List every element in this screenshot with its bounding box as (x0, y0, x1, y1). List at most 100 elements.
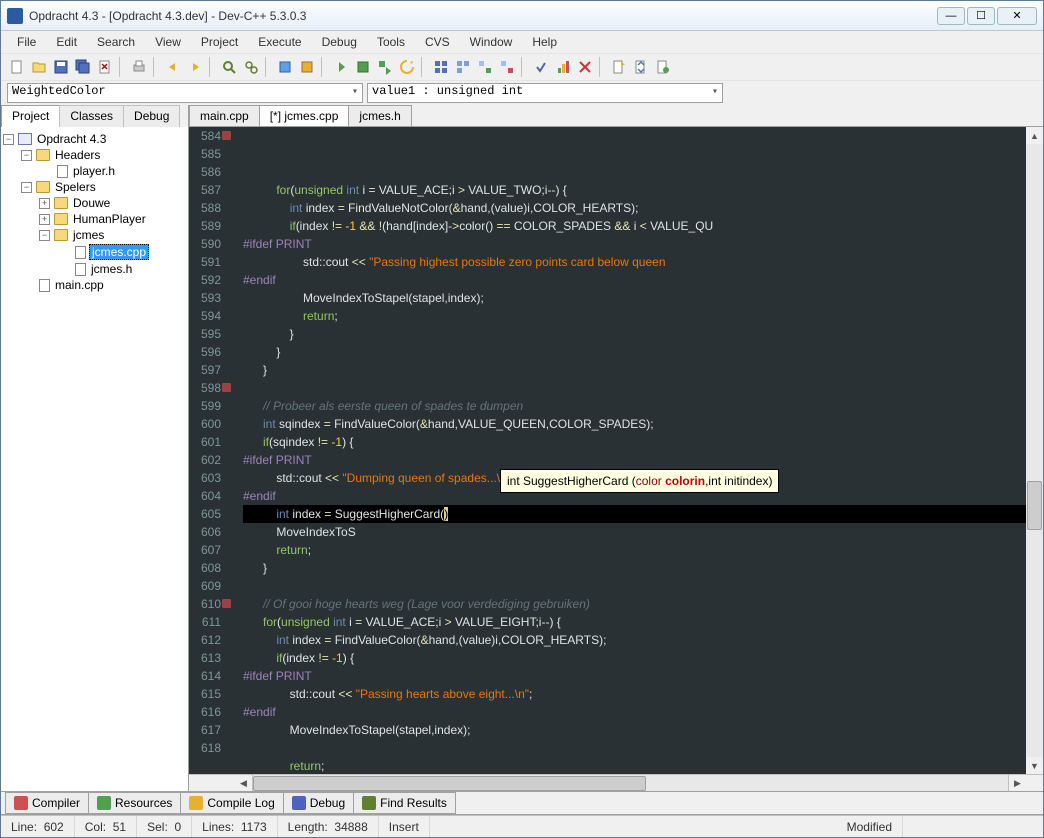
output-tab-find-results[interactable]: Find Results (353, 792, 456, 814)
new-project-button[interactable] (431, 57, 451, 77)
menu-window[interactable]: Window (460, 32, 523, 52)
menu-execute[interactable]: Execute (248, 32, 311, 52)
scroll-right-icon[interactable]: ▶ (1009, 775, 1026, 792)
output-tab-resources[interactable]: Resources (88, 792, 181, 814)
find-button[interactable] (219, 57, 239, 77)
editor-tab[interactable]: jcmes.h (348, 105, 411, 126)
panel-tab-classes[interactable]: Classes (59, 105, 124, 127)
panel-tab-project[interactable]: Project (1, 105, 60, 127)
compile-run-button[interactable] (375, 57, 395, 77)
fold-marker[interactable] (222, 383, 231, 392)
code-line[interactable]: int index = SuggestHigherCard() (243, 505, 1026, 523)
scroll-thumb[interactable] (1027, 481, 1042, 530)
code-line[interactable]: int sqindex = FindValueColor(&hand,VALUE… (243, 415, 1026, 433)
maximize-button[interactable]: ☐ (967, 7, 995, 25)
code-line[interactable]: if(index != -1) { (243, 649, 1026, 667)
code-line[interactable]: #ifdef PRINT (243, 451, 1026, 469)
scroll-thumb[interactable] (253, 776, 646, 791)
code-line[interactable]: if(sqindex != -1) { (243, 433, 1026, 451)
toggle-button[interactable] (631, 57, 651, 77)
project-options-button[interactable] (453, 57, 473, 77)
menu-file[interactable]: File (7, 32, 46, 52)
profile-button[interactable] (553, 57, 573, 77)
collapse-icon[interactable]: − (21, 150, 32, 161)
member-dropdown[interactable]: value1 : unsigned int (367, 83, 723, 103)
output-tab-compile-log[interactable]: Compile Log (180, 792, 283, 814)
run-button[interactable] (353, 57, 373, 77)
menu-debug[interactable]: Debug (312, 32, 367, 52)
code-line[interactable]: #ifdef PRINT (243, 235, 1026, 253)
redo-button[interactable] (185, 57, 205, 77)
code-line[interactable]: MoveIndexToStapel(stapel,index); (243, 721, 1026, 739)
tree-file-selected[interactable]: jcmes.cpp (3, 243, 186, 261)
scroll-left-icon[interactable]: ◀ (235, 775, 252, 792)
collapse-icon[interactable]: − (3, 134, 14, 145)
output-tab-compiler[interactable]: Compiler (5, 792, 89, 814)
tree-file[interactable]: main.cpp (3, 277, 186, 293)
expand-icon[interactable]: + (39, 214, 50, 225)
debug-button[interactable] (531, 57, 551, 77)
compile-button[interactable] (331, 57, 351, 77)
code-line[interactable]: for(unsigned int i = VALUE_ACE;i > VALUE… (243, 613, 1026, 631)
expand-icon[interactable]: + (39, 198, 50, 209)
print-button[interactable] (129, 57, 149, 77)
code-line[interactable]: } (243, 343, 1026, 361)
code-line[interactable] (243, 739, 1026, 757)
code-line[interactable]: #ifdef PRINT (243, 667, 1026, 685)
tree-file[interactable]: jcmes.h (3, 261, 186, 277)
code-line[interactable]: } (243, 559, 1026, 577)
collapse-icon[interactable]: − (39, 230, 50, 241)
editor-tab[interactable]: main.cpp (189, 105, 260, 126)
new-file-button[interactable] (7, 57, 27, 77)
status-insert-mode[interactable]: Insert (379, 816, 430, 837)
menu-cvs[interactable]: CVS (415, 32, 460, 52)
fold-marker[interactable] (222, 131, 231, 140)
panel-tab-debug[interactable]: Debug (123, 105, 180, 127)
code-line[interactable]: // Probeer als eerste queen of spades te… (243, 397, 1026, 415)
goto-bookmark-button[interactable] (297, 57, 317, 77)
close-button[interactable]: ✕ (997, 7, 1037, 25)
insert-button[interactable] (609, 57, 629, 77)
goto-button[interactable] (653, 57, 673, 77)
scroll-up-icon[interactable]: ▲ (1026, 127, 1043, 144)
code-line[interactable]: std::cout << "Passing hearts above eight… (243, 685, 1026, 703)
code-line[interactable]: #endif (243, 703, 1026, 721)
rebuild-button[interactable] (397, 57, 417, 77)
save-all-button[interactable] (73, 57, 93, 77)
code-line[interactable]: return; (243, 307, 1026, 325)
code-line[interactable]: MoveIndexToS (243, 523, 1026, 541)
project-tree[interactable]: −Opdracht 4.3 −Headers player.h −Spelers… (1, 127, 188, 791)
code-line[interactable] (243, 577, 1026, 595)
menu-edit[interactable]: Edit (46, 32, 87, 52)
fold-marker[interactable] (222, 599, 231, 608)
code-line[interactable]: for(unsigned int i = VALUE_ACE;i > VALUE… (243, 181, 1026, 199)
code-line[interactable]: int index = FindValueNotColor(&hand,(val… (243, 199, 1026, 217)
toggle-bookmark-button[interactable] (275, 57, 295, 77)
replace-button[interactable] (241, 57, 261, 77)
save-button[interactable] (51, 57, 71, 77)
tree-folder-jcmes[interactable]: −jcmes (3, 227, 186, 243)
horizontal-scrollbar[interactable]: ◀ ▶ (189, 774, 1043, 791)
menu-help[interactable]: Help (522, 32, 567, 52)
scope-dropdown[interactable]: WeightedColor (7, 83, 363, 103)
tree-file[interactable]: player.h (3, 163, 186, 179)
tree-folder-humanplayer[interactable]: +HumanPlayer (3, 211, 186, 227)
code-line[interactable]: #endif (243, 271, 1026, 289)
delete-profile-button[interactable] (575, 57, 595, 77)
menu-project[interactable]: Project (191, 32, 248, 52)
editor-tab[interactable]: [*] jcmes.cpp (259, 105, 350, 126)
tree-folder-headers[interactable]: −Headers (3, 147, 186, 163)
tree-folder-douwe[interactable]: +Douwe (3, 195, 186, 211)
vertical-scrollbar[interactable]: ▲ ▼ (1026, 127, 1043, 774)
tree-root[interactable]: −Opdracht 4.3 (3, 131, 186, 147)
code-content[interactable]: int SuggestHigherCard (color colorin,int… (235, 127, 1026, 774)
menu-tools[interactable]: Tools (367, 32, 415, 52)
minimize-button[interactable]: — (937, 7, 965, 25)
open-file-button[interactable] (29, 57, 49, 77)
tree-folder-spelers[interactable]: −Spelers (3, 179, 186, 195)
undo-button[interactable] (163, 57, 183, 77)
code-line[interactable] (243, 379, 1026, 397)
code-line[interactable]: // Of gooi hoge hearts weg (Lage voor ve… (243, 595, 1026, 613)
code-line[interactable]: MoveIndexToStapel(stapel,index); (243, 289, 1026, 307)
menu-search[interactable]: Search (87, 32, 145, 52)
